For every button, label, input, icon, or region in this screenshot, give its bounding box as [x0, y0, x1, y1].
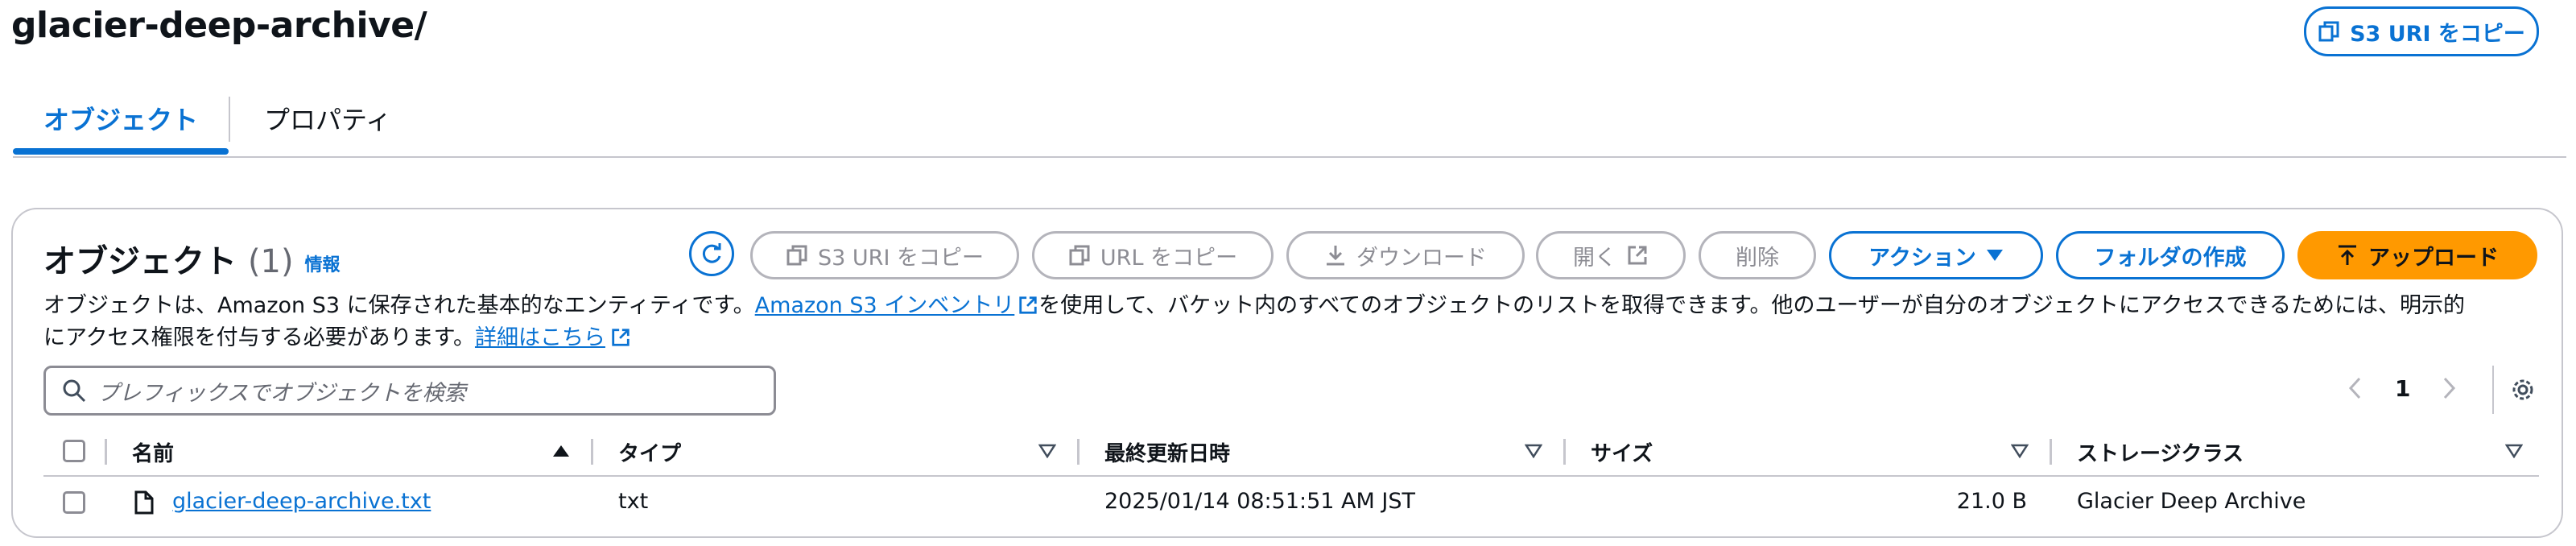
copy-url-label: URL をコピー: [1100, 245, 1238, 271]
header-copy-s3-uri-label: S3 URI をコピー: [2350, 21, 2525, 47]
download-button[interactable]: ダウンロード: [1286, 231, 1525, 279]
details-link-text: 詳細はこちら: [474, 325, 605, 350]
header-divider: [1563, 439, 1566, 465]
column-header-modified[interactable]: 最終更新日時: [1104, 437, 1230, 467]
create-folder-button[interactable]: フォルダの作成: [2056, 231, 2285, 279]
tab-properties[interactable]: プロパティ: [264, 100, 391, 137]
external-link-icon: [612, 329, 630, 346]
actions-label: アクション: [1868, 245, 1976, 271]
chevron-left-icon: [2348, 377, 2361, 399]
upload-arrow-icon: [2336, 244, 2359, 267]
copy-icon: [786, 244, 808, 267]
panel-title-text: オブジェクト: [43, 243, 237, 280]
search-placeholder: プレフィックスでオブジェクトを検索: [97, 380, 466, 406]
object-name-link[interactable]: glacier-deep-archive.txt: [172, 489, 431, 514]
chevron-right-icon: [2443, 377, 2456, 399]
sort-descending-icon[interactable]: [2011, 444, 2029, 458]
column-header-size[interactable]: サイズ: [1591, 437, 1653, 467]
info-link[interactable]: 情報: [305, 255, 341, 275]
column-header-storage-class[interactable]: ストレージクラス: [2077, 437, 2244, 467]
tab-objects[interactable]: オブジェクト: [43, 100, 198, 137]
row-checkbox[interactable]: [63, 491, 85, 514]
header-divider: [1077, 439, 1080, 465]
table-header-border: [43, 475, 2539, 477]
header-divider: [2050, 439, 2052, 465]
search-icon: [62, 378, 86, 403]
tab-active-indicator: [13, 148, 229, 155]
page-title: glacier-deep-archive/: [11, 5, 427, 46]
copy-s3-uri-button[interactable]: S3 URI をコピー: [750, 231, 1019, 279]
download-icon: [1324, 244, 1347, 267]
header-copy-s3-uri-button[interactable]: S3 URI をコピー: [2304, 6, 2539, 56]
refresh-icon: [700, 242, 724, 266]
column-header-name[interactable]: 名前: [132, 437, 174, 467]
download-label: ダウンロード: [1356, 245, 1487, 271]
next-page-button[interactable]: [2439, 376, 2458, 400]
sort-descending-icon[interactable]: [1038, 444, 1056, 458]
copy-icon: [2318, 20, 2340, 43]
description-text-3: にアクセス権限を付与する必要があります。: [43, 325, 475, 350]
panel-description: オブジェクトは、Amazon S3 に保存された基本的なエンティティです。Ama…: [43, 290, 2547, 354]
external-link-icon: [1019, 296, 1037, 314]
open-button[interactable]: 開く: [1536, 231, 1686, 279]
create-folder-label: フォルダの作成: [2094, 245, 2247, 271]
upload-button[interactable]: アップロード: [2297, 231, 2537, 279]
description-text-2: を使用して、バケット内のすべてのオブジェクトのリストを取得できます。他のユーザー…: [1038, 293, 2466, 318]
file-icon: [134, 490, 155, 515]
delete-button[interactable]: 削除: [1699, 231, 1816, 279]
column-header-type[interactable]: タイプ: [618, 437, 681, 467]
table-settings-button[interactable]: [2510, 377, 2536, 403]
header-divider: [591, 439, 593, 465]
object-size: 21.0 B: [1956, 489, 2027, 514]
object-storage-class: Glacier Deep Archive: [2077, 489, 2306, 514]
actions-dropdown-button[interactable]: アクション: [1829, 231, 2043, 279]
sort-descending-icon[interactable]: [1525, 444, 1542, 458]
page-number[interactable]: 1: [2395, 375, 2410, 402]
sort-descending-icon[interactable]: [2505, 444, 2523, 458]
refresh-button[interactable]: [689, 231, 734, 276]
inventory-link-text: Amazon S3 インベントリ: [754, 293, 1015, 318]
panel-title: オブジェクト (1) 情報: [43, 235, 341, 282]
copy-icon: [1068, 244, 1091, 267]
delete-label: 削除: [1736, 245, 1779, 271]
details-link[interactable]: 詳細はこちら: [475, 325, 631, 350]
description-text-1: オブジェクトは、Amazon S3 に保存された基本的なエンティティです。: [43, 293, 755, 318]
object-count: (1): [247, 243, 294, 280]
inventory-link[interactable]: Amazon S3 インベントリ: [755, 293, 1039, 318]
header-divider: [105, 439, 107, 465]
search-box[interactable]: プレフィックスでオブジェクトを検索: [43, 366, 776, 416]
settings-gear-icon: [2512, 379, 2533, 400]
copy-url-button[interactable]: URL をコピー: [1032, 231, 1274, 279]
sort-ascending-icon[interactable]: [552, 444, 570, 458]
caret-down-icon: [1986, 248, 2004, 263]
copy-s3-uri-label: S3 URI をコピー: [818, 245, 984, 271]
tab-divider: [229, 97, 230, 142]
tabs-underline: [13, 156, 2566, 158]
prev-page-button[interactable]: [2346, 376, 2365, 400]
object-type: txt: [618, 489, 649, 514]
pagination-divider: [2492, 366, 2494, 414]
select-all-checkbox[interactable]: [63, 440, 85, 462]
open-label: 開く: [1573, 245, 1616, 271]
object-modified: 2025/01/14 08:51:51 AM JST: [1104, 489, 1415, 514]
external-link-icon: [1626, 244, 1649, 267]
upload-label: アップロード: [2368, 245, 2499, 271]
